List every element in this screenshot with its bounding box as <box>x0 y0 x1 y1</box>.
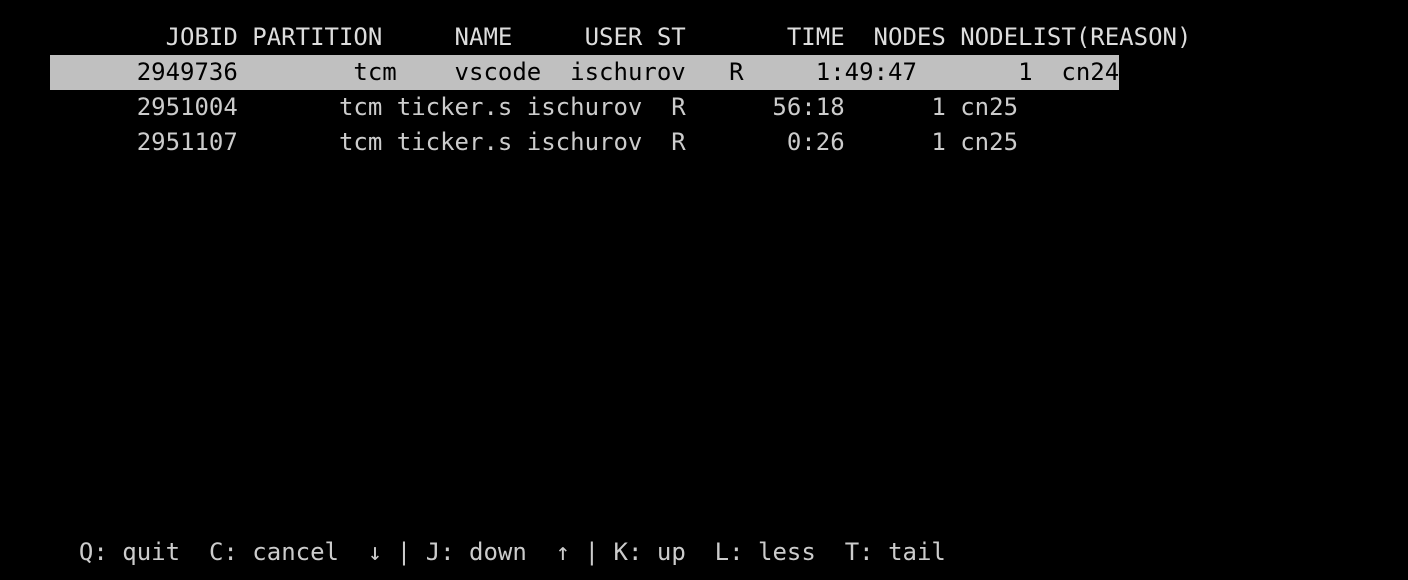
header-jobid: JOBID <box>137 20 238 55</box>
cell-partition: tcm <box>238 125 382 160</box>
shortcut-tail[interactable]: T: tail <box>845 538 946 566</box>
shortcut-up[interactable]: ↑ | K: up <box>556 538 686 566</box>
job-table: JOBID PARTITION NAME USER ST TIME NODES … <box>0 0 1408 160</box>
header-nodes: NODES <box>845 20 946 55</box>
cell-nodelist: cn25 <box>946 90 1018 125</box>
cell-nodes: 1 <box>845 125 946 160</box>
cell-partition: tcm <box>238 90 382 125</box>
table-row[interactable]: 2951107 tcm ticker.s ischurov R 0:26 1 c… <box>0 125 1408 160</box>
cell-nodes: 1 <box>845 90 946 125</box>
shortcut-quit[interactable]: Q: quit <box>79 538 180 566</box>
shortcut-cancel[interactable]: C: cancel <box>209 538 339 566</box>
table-row[interactable]: 2949736 tcm vscode ischurov R 1:49:47 1 … <box>0 55 1408 90</box>
header-time: TIME <box>686 20 845 55</box>
table-header-row: JOBID PARTITION NAME USER ST TIME NODES … <box>0 20 1408 55</box>
cell-user: ischurov <box>512 90 642 125</box>
table-row[interactable]: 2951004 tcm ticker.s ischurov R 56:18 1 … <box>0 90 1408 125</box>
cell-time: 56:18 <box>686 90 845 125</box>
cell-name: ticker.s <box>382 90 512 125</box>
header-st: ST <box>642 20 685 55</box>
cell-nodelist: cn25 <box>946 125 1018 160</box>
shortcut-less[interactable]: L: less <box>715 538 816 566</box>
cell-nodelist: cn24 <box>1047 55 1119 90</box>
cell-st: R <box>642 125 685 160</box>
cell-nodes: 1 <box>931 55 1032 90</box>
cell-st: R <box>700 55 743 90</box>
cell-name: ticker.s <box>382 125 512 160</box>
cell-user: ischurov <box>512 125 642 160</box>
header-name: NAME <box>382 20 512 55</box>
header-partition: PARTITION <box>238 20 382 55</box>
header-user: USER <box>512 20 642 55</box>
header-nodelist: NODELIST(REASON) <box>946 20 1192 55</box>
cell-st: R <box>642 90 685 125</box>
cell-partition: tcm <box>252 55 396 90</box>
footer-shortcuts: Q: quit C: cancel ↓ | J: down ↑ | K: up L: l… <box>50 500 975 570</box>
cell-user: ischurov <box>556 55 686 90</box>
cell-time: 0:26 <box>686 125 845 160</box>
shortcut-down[interactable]: ↓ | J: down <box>368 538 527 566</box>
cell-jobid: 2951107 <box>137 125 238 160</box>
cell-jobid: 2949736 <box>137 55 238 90</box>
cell-jobid: 2951004 <box>137 90 238 125</box>
cell-name: vscode <box>411 55 541 90</box>
cell-time: 1:49:47 <box>758 55 917 90</box>
